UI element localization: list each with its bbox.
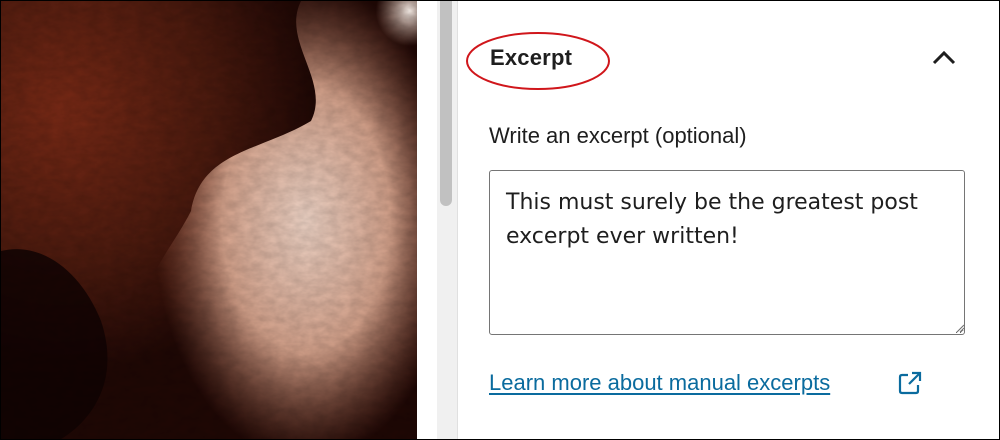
learn-more-excerpts-link[interactable]: Learn more about manual excerpts [489, 370, 830, 396]
featured-image-preview [1, 1, 417, 439]
settings-sidebar: Excerpt Write an excerpt (optional) This… [458, 1, 999, 439]
excerpt-panel-header[interactable]: Excerpt [458, 1, 999, 111]
editor-canvas-edge [417, 1, 437, 439]
panel-title: Excerpt [490, 45, 573, 70]
scrollbar[interactable] [437, 1, 458, 439]
screenshot-frame: Excerpt Write an excerpt (optional) This… [0, 0, 1000, 440]
excerpt-textarea[interactable]: This must surely be the greatest post ex… [489, 170, 965, 335]
scrollbar-thumb[interactable] [440, 1, 452, 206]
excerpt-label: Write an excerpt (optional) [489, 123, 747, 148]
external-link-icon[interactable] [897, 370, 923, 396]
collapse-panel-button[interactable] [924, 39, 964, 75]
chevron-up-icon [932, 50, 956, 65]
